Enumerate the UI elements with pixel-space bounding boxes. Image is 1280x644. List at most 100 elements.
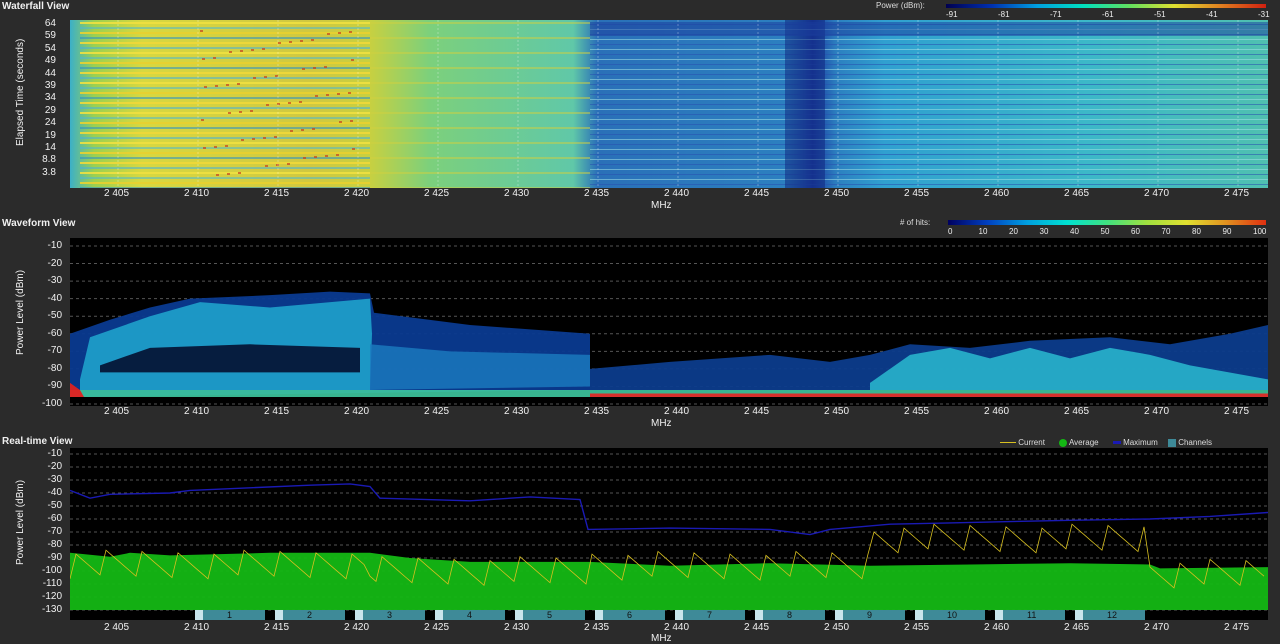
x-tick-label: 2 450 [824, 406, 850, 417]
waterfall-y-tick: 19 [44, 129, 56, 141]
channel-band-edge [995, 610, 1003, 620]
waterfall-speck [253, 77, 256, 79]
waveform-legend-label: # of hits: [900, 218, 931, 227]
x-tick-label: 2 450 [824, 188, 850, 199]
x-tick-label: 2 415 [264, 188, 290, 199]
waveform-y-tick: -40 [47, 292, 62, 304]
waterfall-speck [237, 83, 240, 85]
realtime-y-tick: -120 [41, 591, 62, 602]
waveform-legend-tick: 50 [1100, 227, 1110, 236]
waterfall-speck [348, 92, 351, 94]
realtime-y-tick: -50 [47, 500, 62, 511]
waterfall-stripe [370, 22, 590, 24]
waveform-legend-tick: 40 [1070, 227, 1079, 236]
realtime-title: Real-time View [2, 436, 73, 447]
x-tick-label: 2 410 [184, 406, 210, 417]
x-tick-label: 2 465 [1064, 188, 1090, 199]
waveform-noise-floor-hot [590, 393, 1268, 397]
waterfall-stripe [590, 174, 1268, 175]
waterfall-stripe [370, 112, 590, 114]
waterfall-stripe [590, 109, 1268, 110]
waterfall-y-ticks: 64 59 54 49 44 39 34 29 24 19 14 8.8 3.8 [30, 18, 60, 188]
waveform-legend-tick: 30 [1039, 227, 1049, 236]
x-tick-label: 2 430 [504, 188, 530, 199]
waterfall-stripe [80, 92, 370, 94]
waterfall-speck [239, 111, 242, 113]
waveform-legend-tick: 60 [1131, 227, 1140, 236]
waterfall-speck [303, 157, 306, 159]
waterfall-stripe [590, 79, 1268, 80]
x-tick-label: 2 460 [984, 406, 1010, 417]
x-tick-label: 2 420 [344, 406, 370, 417]
waveform-y-ticks: -10 -20 -30 -40 -50 -60 -70 -80 -90 -100 [30, 238, 66, 410]
waterfall-x-axis-label: MHz [651, 200, 672, 211]
waterfall-stripe [80, 42, 370, 44]
waterfall-stripe [370, 127, 590, 129]
x-tick-label: 2 445 [744, 188, 770, 199]
channel-band-edge [835, 610, 843, 620]
waterfall-title: Waterfall View [2, 1, 70, 12]
channel-band-edge [755, 610, 763, 620]
waterfall-plot[interactable] [70, 20, 1268, 188]
waterfall-y-tick: 44 [44, 67, 56, 79]
waveform-y-tick: -10 [47, 240, 62, 251]
waterfall-speck [200, 30, 203, 32]
x-tick-label: 2 435 [584, 622, 610, 633]
x-tick-label: 2 465 [1064, 622, 1090, 633]
waterfall-speck [265, 165, 268, 167]
x-tick-label: 2 420 [344, 622, 370, 633]
waterfall-y-tick: 29 [44, 104, 56, 116]
waterfall-stripe [80, 102, 370, 104]
waterfall-stripe [80, 107, 370, 109]
x-tick-label: 2 455 [904, 622, 930, 633]
waveform-legend-tick: 20 [1009, 227, 1018, 236]
realtime-plot[interactable]: 1 2 3 4 5 6 7 8 9 10 11 12 [70, 448, 1268, 620]
waterfall-stripe [80, 127, 370, 129]
realtime-y-tick: -70 [47, 526, 62, 537]
waterfall-stripe [590, 149, 1268, 150]
channel-band-edge [515, 610, 523, 620]
waterfall-y-tick: 49 [44, 55, 56, 67]
waterfall-speck [288, 102, 291, 104]
waterfall-speck [215, 85, 218, 87]
x-tick-label: 2 435 [584, 188, 610, 199]
waterfall-legend-ticks: -91 -81 -71 -61 -51 -41 -31 [946, 10, 1270, 20]
channel-label: 5 [547, 610, 552, 620]
waterfall-legend-tick: -81 [998, 10, 1010, 19]
waterfall-speck [352, 148, 355, 150]
waterfall-legend-tick: -31 [1258, 10, 1270, 19]
waterfall-speck [225, 145, 228, 147]
waterfall-stripe [590, 39, 1268, 40]
waveform-y-tick: -50 [47, 310, 62, 322]
x-tick-label: 2 470 [1144, 406, 1170, 417]
waveform-y-tick: -80 [47, 362, 62, 374]
waterfall-stripe [590, 94, 1268, 95]
x-tick-label: 2 440 [664, 188, 690, 199]
waveform-plot[interactable] [70, 238, 1268, 406]
waveform-y-tick: -20 [47, 257, 62, 269]
waterfall-stripe [80, 82, 370, 84]
waterfall-stripe [80, 97, 370, 99]
waterfall-streak [590, 22, 1268, 36]
waterfall-speck [313, 67, 316, 69]
waterfall-speck [262, 48, 265, 50]
waveform-x-ticks: 2 405 2 410 2 415 2 420 2 425 2 430 2 435 2 440… [70, 406, 1268, 418]
x-tick-label: 2 410 [184, 188, 210, 199]
waterfall-stripe [80, 32, 370, 34]
waterfall-speck [263, 137, 266, 139]
x-tick-label: 2 405 [104, 406, 130, 417]
legend-channels-label: Channels [1178, 438, 1213, 447]
channel-band-edge [915, 610, 923, 620]
waterfall-stripe [80, 37, 370, 39]
waterfall-stripe [590, 139, 1268, 140]
waterfall-speck [327, 33, 330, 35]
realtime-y-tick: -30 [47, 474, 62, 485]
legend-maximum-swatch [1112, 441, 1121, 445]
waterfall-stripe [370, 82, 590, 84]
waterfall-legend-tick: -41 [1206, 10, 1218, 19]
waterfall-stripe [80, 167, 370, 169]
waterfall-y-tick: 14 [44, 142, 56, 153]
waterfall-stripe [590, 164, 1268, 165]
x-tick-label: 2 475 [1224, 406, 1250, 417]
legend-maximum-label: Maximum [1123, 438, 1158, 447]
